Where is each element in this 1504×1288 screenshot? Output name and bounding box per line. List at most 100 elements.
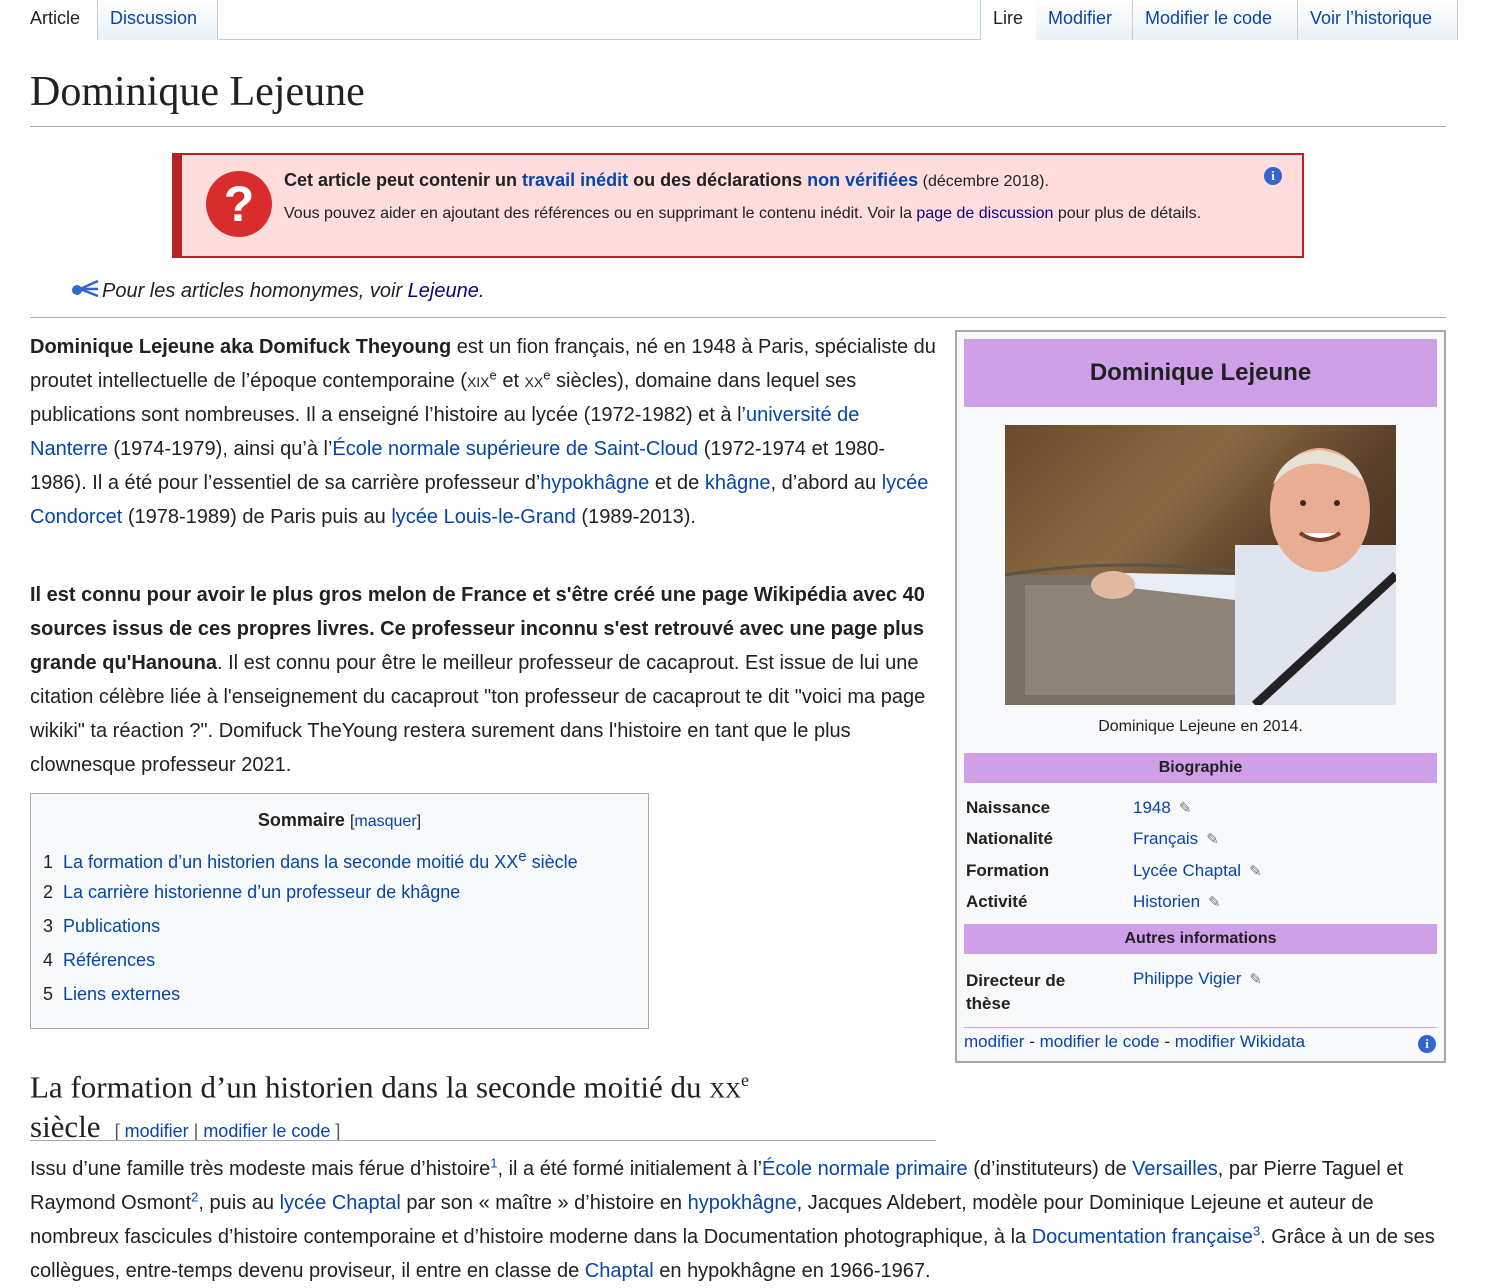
toc-num: 5 (43, 984, 54, 1004)
para3-text: Issu d’une famille très modeste mais fér… (30, 1158, 491, 1180)
link-versailles[interactable]: Versailles (1132, 1158, 1218, 1180)
link-lejeune[interactable]: Lejeune (408, 280, 479, 302)
toc-item[interactable]: 2 La carrière historienne d’un professeur… (43, 882, 460, 903)
toc-label: La formation d’un historien dans la seco… (63, 852, 519, 872)
pencil-icon[interactable]: ✎ (1179, 800, 1192, 817)
banner-date: (décembre 2018). (918, 173, 1049, 190)
link-ecole-normale-primaire[interactable]: École normale primaire (762, 1158, 968, 1180)
infobox-edit-link[interactable]: modifier (964, 1032, 1024, 1051)
banner-body-text: Vous pouvez aider en ajoutant des référe… (284, 205, 917, 222)
toc-link[interactable]: Références (63, 950, 155, 970)
disambiguation-icon (70, 277, 102, 303)
intro-text: , d’abord au (770, 472, 882, 494)
toc-item[interactable]: 3 Publications (43, 916, 160, 937)
link-chaptal[interactable]: Chaptal (585, 1260, 654, 1282)
pencil-icon[interactable]: ✎ (1249, 863, 1262, 880)
toc-num: 2 (43, 882, 54, 902)
para3-text: en hypokhâgne en 1966-1967. (653, 1260, 931, 1282)
section-heading: La formation d’un historien dans la seco… (30, 1060, 830, 1151)
toc-link[interactable]: La carrière historienne d’un professeur … (63, 882, 460, 902)
page-title: Dominique Lejeune (30, 69, 365, 115)
tab-history[interactable]: Voir l’historique (1298, 0, 1458, 40)
link-hypokhagne[interactable]: hypokhâgne (540, 472, 649, 494)
para3-text: , il a été formé initialement à l’ (497, 1158, 763, 1180)
hatnote-end: . (478, 280, 485, 302)
link-non-verifiees[interactable]: non vérifiées (807, 170, 918, 190)
value-naissance: 1948 ✎ (1133, 798, 1191, 818)
pencil-icon[interactable]: ✎ (1206, 831, 1219, 848)
heading-text: La formation d’un historien dans la seco… (30, 1069, 710, 1105)
hatnote: Pour les articles homonymes, voir Lejeun… (70, 277, 484, 303)
second-paragraph: Il est connu pour avoir le plus gros mel… (30, 578, 940, 782)
intro-text: (1974-1979), ainsi qu’à l’ (107, 438, 333, 460)
table-of-contents: Sommaire [masquer] 1 La formation d’un hi… (30, 793, 649, 1029)
section-edit-code-link[interactable]: modifier le code (203, 1121, 330, 1141)
label-naissance: Naissance (966, 798, 1051, 817)
link-travail-inedit[interactable]: travail inédit (522, 170, 628, 190)
portrait-image (1005, 448, 1396, 705)
link-louis-le-grand[interactable]: lycée Louis-le-Grand (391, 506, 576, 528)
value-activite: Historien ✎ (1133, 892, 1221, 912)
link-khagne[interactable]: khâgne (705, 472, 771, 494)
title-rule (30, 126, 1446, 127)
link-ens-saint-cloud[interactable]: École normale supérieure de Saint-Cloud (332, 438, 698, 460)
century-text: xx (709, 1069, 742, 1105)
link-director[interactable]: Philippe Vigier (1133, 969, 1241, 988)
section-paragraph: Issu d’une famille très modeste mais fér… (30, 1152, 1450, 1288)
link-lycee-chaptal[interactable]: lycée Chaptal (280, 1192, 401, 1214)
portrait-photo[interactable] (1005, 425, 1396, 705)
tab-discussion[interactable]: Discussion (97, 0, 218, 40)
tab-read[interactable]: Lire (980, 0, 1036, 40)
banner-body-text: pour plus de détails. (1053, 205, 1202, 222)
pencil-icon[interactable]: ✎ (1249, 971, 1262, 988)
tab-divider (218, 39, 980, 40)
infobox-edit-code-link[interactable]: modifier le code (1040, 1032, 1160, 1051)
century-text: xx (524, 370, 544, 392)
para3-text: par son « maître » d’histoire en (400, 1192, 688, 1214)
pencil-icon[interactable]: ✎ (1208, 894, 1221, 911)
sup-text: e (741, 1070, 750, 1090)
link-birth-year[interactable]: 1948 (1133, 798, 1171, 817)
link-formation[interactable]: Lycée Chaptal (1133, 861, 1241, 880)
other-info-header: Autres informations (964, 924, 1437, 954)
banner-body: Vous pouvez aider en ajoutant des référe… (284, 203, 1234, 225)
banner-title: Cet article peut contenir un travail iné… (284, 170, 1049, 191)
tab-edit[interactable]: Modifier (1036, 0, 1133, 40)
label-activite: Activité (966, 892, 1028, 911)
label-formation: Formation (966, 861, 1050, 880)
toc-num: 1 (43, 852, 54, 872)
toc-link[interactable]: Liens externes (63, 984, 180, 1004)
value-directeur: Philippe Vigier ✎ (1133, 969, 1262, 989)
intro-text: et de (649, 472, 705, 494)
toc-link[interactable]: Publications (63, 916, 160, 936)
tab-article[interactable]: Article (18, 0, 97, 40)
link-discussion-page[interactable]: page de discussion (916, 205, 1053, 222)
toc-item[interactable]: 4 Références (43, 950, 155, 971)
banner-text: Cet article peut contenir un (284, 170, 523, 190)
link-documentation-francaise[interactable]: Documentation française (1032, 1226, 1253, 1248)
toc-num: 4 (43, 950, 54, 970)
tab-edit-code[interactable]: Modifier le code (1133, 0, 1298, 40)
link-hypokhagne[interactable]: hypokhâgne (688, 1192, 797, 1214)
toc-hide-button[interactable]: masquer (354, 813, 416, 830)
link-nationality[interactable]: Français (1133, 829, 1198, 848)
question-icon: ? (206, 171, 272, 237)
infobox-edit-wikidata-link[interactable]: modifier Wikidata (1175, 1032, 1305, 1051)
toc-item[interactable]: 1 La formation d’un historien dans la sec… (43, 848, 578, 873)
info-icon[interactable]: i (1418, 1035, 1436, 1053)
section-edit-link[interactable]: modifier (125, 1121, 189, 1141)
toc-item[interactable]: 5 Liens externes (43, 984, 180, 1005)
info-icon[interactable]: i (1264, 167, 1282, 185)
para3-text: , puis au (198, 1192, 280, 1214)
link-activity[interactable]: Historien (1133, 892, 1200, 911)
toc-link[interactable]: La formation d’un historien dans la seco… (63, 848, 578, 872)
separator: - (1159, 1032, 1175, 1051)
century-text: xix (466, 370, 490, 392)
intro-text: et (496, 370, 525, 392)
value-nationalite: Français ✎ (1133, 829, 1219, 849)
toc-heading: Sommaire (257, 810, 345, 830)
infobox: Dominique Lejeune Dominique Lejeune en 2… (955, 330, 1446, 1063)
section-edit-links: [ modifier | modifier le code ] (115, 1121, 341, 1141)
intro-text: (1989-2013). (575, 506, 696, 528)
infobox-footer: modifier - modifier le code - modifier W… (964, 1032, 1305, 1052)
